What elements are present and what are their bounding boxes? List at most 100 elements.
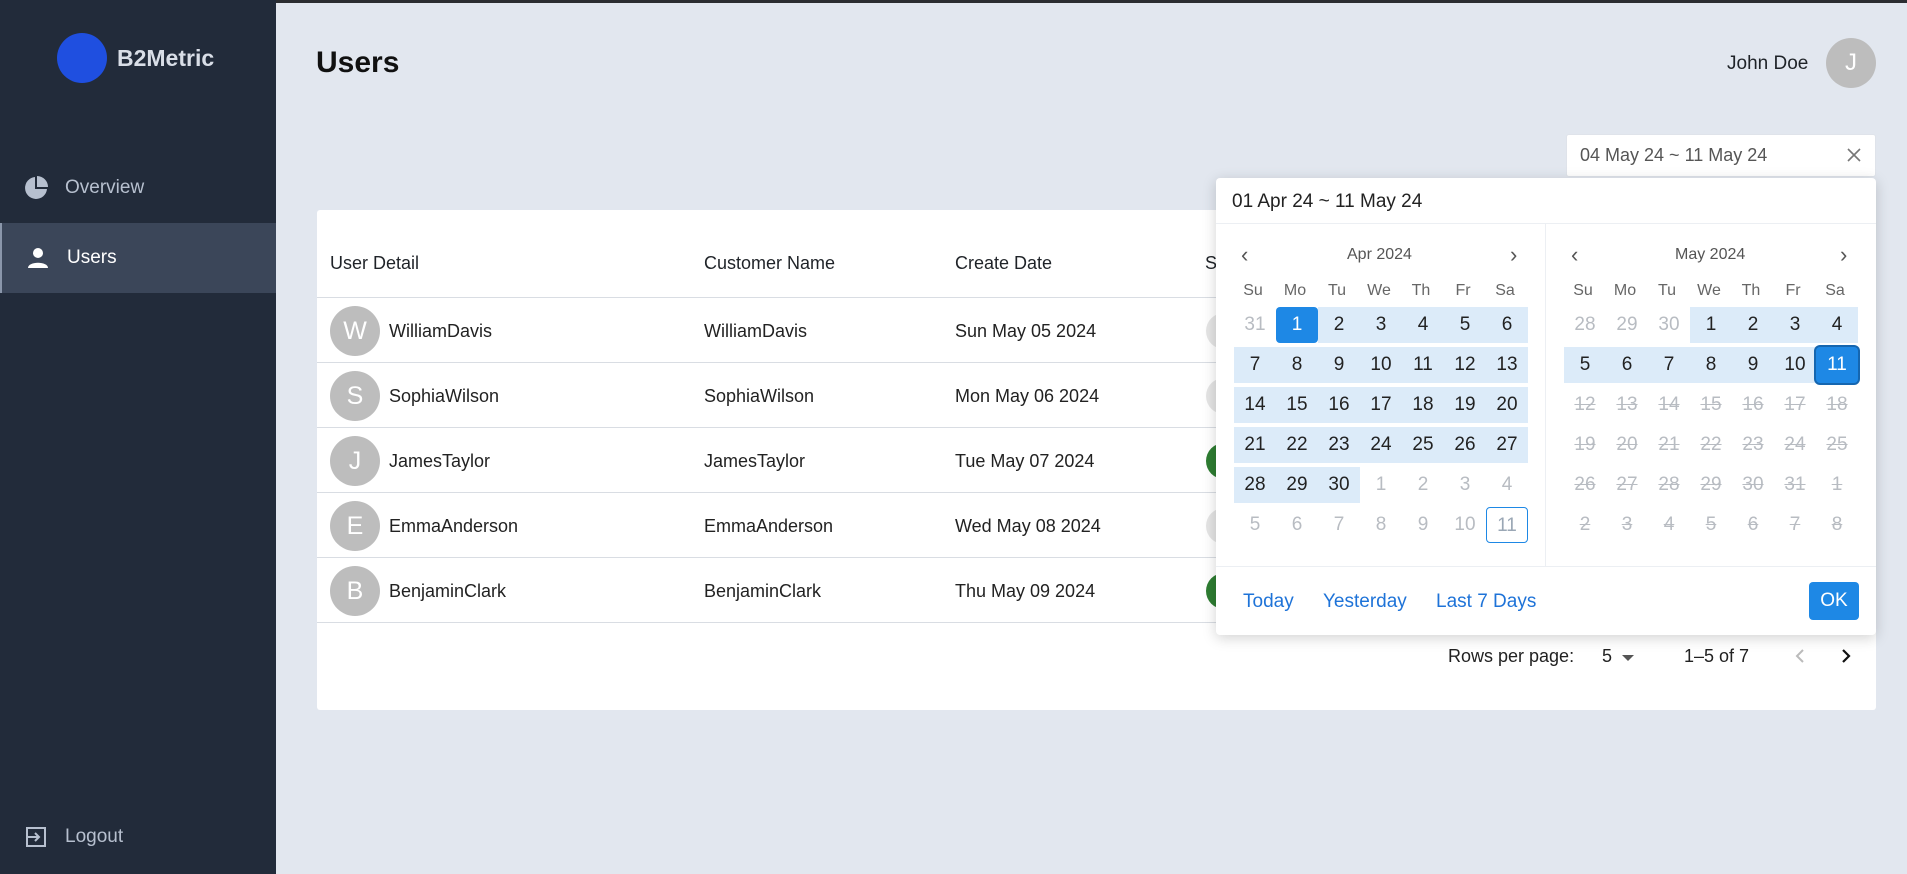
calendar-day[interactable]: 4 <box>1402 307 1444 343</box>
customer-name: WilliamDavis <box>704 321 807 341</box>
calendar-day[interactable]: 9 <box>1402 507 1444 543</box>
rows-per-page-select[interactable]: 5 <box>1602 646 1635 667</box>
weekday-label: Su <box>1243 282 1263 299</box>
customer-name: BenjaminClark <box>704 581 822 601</box>
calendar-day[interactable]: 6 <box>1276 507 1318 543</box>
calendar-day[interactable]: 7 <box>1648 347 1690 383</box>
brand: B2Metric <box>57 33 214 83</box>
calendar-day[interactable]: 9 <box>1732 347 1774 383</box>
customer-name: JamesTaylor <box>704 451 806 471</box>
create-date: Tue May 07 2024 <box>955 451 1095 471</box>
calendar-day[interactable]: 28 <box>1234 467 1276 503</box>
calendar-day[interactable]: 5 <box>1564 347 1606 383</box>
weekday-label: Mo <box>1283 282 1307 299</box>
calendar-day[interactable]: 19 <box>1444 387 1486 423</box>
calendar-day[interactable]: 8 <box>1276 347 1318 383</box>
calendar-day[interactable]: 15 <box>1276 387 1318 423</box>
calendar-day[interactable]: 18 <box>1402 387 1444 423</box>
calendar-day[interactable]: 2 <box>1402 467 1444 503</box>
calendar-day[interactable]: 23 <box>1318 427 1360 463</box>
chevron-down-icon <box>1622 646 1635 667</box>
calendar-day[interactable]: 3 <box>1360 307 1402 343</box>
calendar-day: 2 <box>1579 514 1591 535</box>
calendar-day[interactable]: 6 <box>1486 307 1528 343</box>
close-icon[interactable] <box>1843 144 1865 166</box>
calendar-title-right: May 2024 <box>1675 246 1746 263</box>
calendar-day[interactable]: 31 <box>1234 307 1276 343</box>
calendar-day[interactable]: 17 <box>1360 387 1402 423</box>
calendar-title-left: Apr 2024 <box>1347 246 1412 263</box>
calendar-day[interactable]: 25 <box>1402 427 1444 463</box>
calendar-day[interactable]: 2 <box>1318 307 1360 343</box>
shortcut-today[interactable]: Today <box>1243 591 1294 613</box>
calendar-day[interactable]: 8 <box>1690 347 1732 383</box>
divider <box>1216 566 1876 567</box>
calendar-day[interactable]: 4 <box>1486 467 1528 503</box>
calendar-day[interactable]: 5 <box>1444 307 1486 343</box>
weekday-label: Tu <box>1657 282 1677 299</box>
column-create-date[interactable]: Create Date <box>955 253 1052 274</box>
ok-button[interactable]: OK <box>1809 582 1859 620</box>
calendar-day[interactable]: 4 <box>1816 307 1858 343</box>
sidebar-item-users[interactable]: Users <box>0 223 276 293</box>
logout-label: Logout <box>65 826 124 847</box>
calendar-day[interactable]: 29 <box>1276 467 1318 503</box>
user-avatar[interactable]: J <box>1826 38 1876 88</box>
shortcut-yesterday[interactable]: Yesterday <box>1323 591 1407 613</box>
calendar-day[interactable]: 30 <box>1648 307 1690 343</box>
rows-per-page-value: 5 <box>1602 646 1613 666</box>
column-user-detail[interactable]: User Detail <box>330 253 419 274</box>
calendar-day[interactable]: 7 <box>1234 347 1276 383</box>
calendar-day[interactable]: 27 <box>1486 427 1528 463</box>
calendar-day[interactable]: 11 <box>1486 507 1528 543</box>
prev-month-icon[interactable]: ‹ <box>1241 242 1248 268</box>
calendar-day[interactable]: 9 <box>1318 347 1360 383</box>
calendar-day[interactable]: 7 <box>1318 507 1360 543</box>
calendar-day[interactable]: 21 <box>1234 427 1276 463</box>
calendar-day[interactable]: 11 <box>1816 347 1858 383</box>
calendar-day[interactable]: 8 <box>1360 507 1402 543</box>
calendar-day[interactable]: 10 <box>1444 507 1486 543</box>
calendar-day[interactable]: 2 <box>1732 307 1774 343</box>
calendar-day[interactable]: 26 <box>1444 427 1486 463</box>
next-month-icon[interactable]: › <box>1840 242 1847 268</box>
calendar-day[interactable]: 6 <box>1606 347 1648 383</box>
calendar-day[interactable]: 3 <box>1774 307 1816 343</box>
sidebar-item-overview[interactable]: Overview <box>0 153 276 223</box>
calendar-day[interactable]: 1 <box>1276 307 1318 343</box>
calendar-day[interactable]: 24 <box>1360 427 1402 463</box>
calendar-day: 14 <box>1658 394 1680 415</box>
calendar-day: 8 <box>1831 514 1843 535</box>
calendar-day[interactable]: 11 <box>1402 347 1444 383</box>
calendar-day[interactable]: 1 <box>1360 467 1402 503</box>
calendar-day[interactable]: 5 <box>1234 507 1276 543</box>
next-month-icon[interactable]: › <box>1510 242 1517 268</box>
calendar-day[interactable]: 29 <box>1606 307 1648 343</box>
calendar-day[interactable]: 30 <box>1318 467 1360 503</box>
logout-icon <box>23 824 49 850</box>
calendar-day: 5 <box>1705 514 1717 535</box>
date-range-input[interactable]: 04 May 24 ~ 11 May 24 <box>1566 134 1876 177</box>
calendar-day[interactable]: 28 <box>1564 307 1606 343</box>
calendar-day: 15 <box>1700 394 1722 415</box>
prev-month-icon[interactable]: ‹ <box>1571 242 1578 268</box>
next-page-icon[interactable] <box>1839 648 1853 669</box>
calendar-day[interactable]: 16 <box>1318 387 1360 423</box>
calendar-day[interactable]: 12 <box>1444 347 1486 383</box>
calendar-day[interactable]: 3 <box>1444 467 1486 503</box>
column-customer-name[interactable]: Customer Name <box>704 253 835 274</box>
calendar-day[interactable]: 22 <box>1276 427 1318 463</box>
sidebar-item-logout[interactable]: Logout <box>0 803 276 871</box>
avatar: B <box>330 566 380 616</box>
calendar-day[interactable]: 10 <box>1360 347 1402 383</box>
shortcut-last-7-days[interactable]: Last 7 Days <box>1436 591 1536 613</box>
calendar-day[interactable]: 1 <box>1690 307 1732 343</box>
weekday-label: Su <box>1573 282 1593 299</box>
user-detail: EmmaAnderson <box>389 516 519 536</box>
calendar-day[interactable]: 20 <box>1486 387 1528 423</box>
calendar-day[interactable]: 13 <box>1486 347 1528 383</box>
calendar-day[interactable]: 14 <box>1234 387 1276 423</box>
prev-page-icon[interactable] <box>1793 648 1807 669</box>
calendar-day[interactable]: 10 <box>1774 347 1816 383</box>
calendar-day: 30 <box>1742 474 1764 495</box>
